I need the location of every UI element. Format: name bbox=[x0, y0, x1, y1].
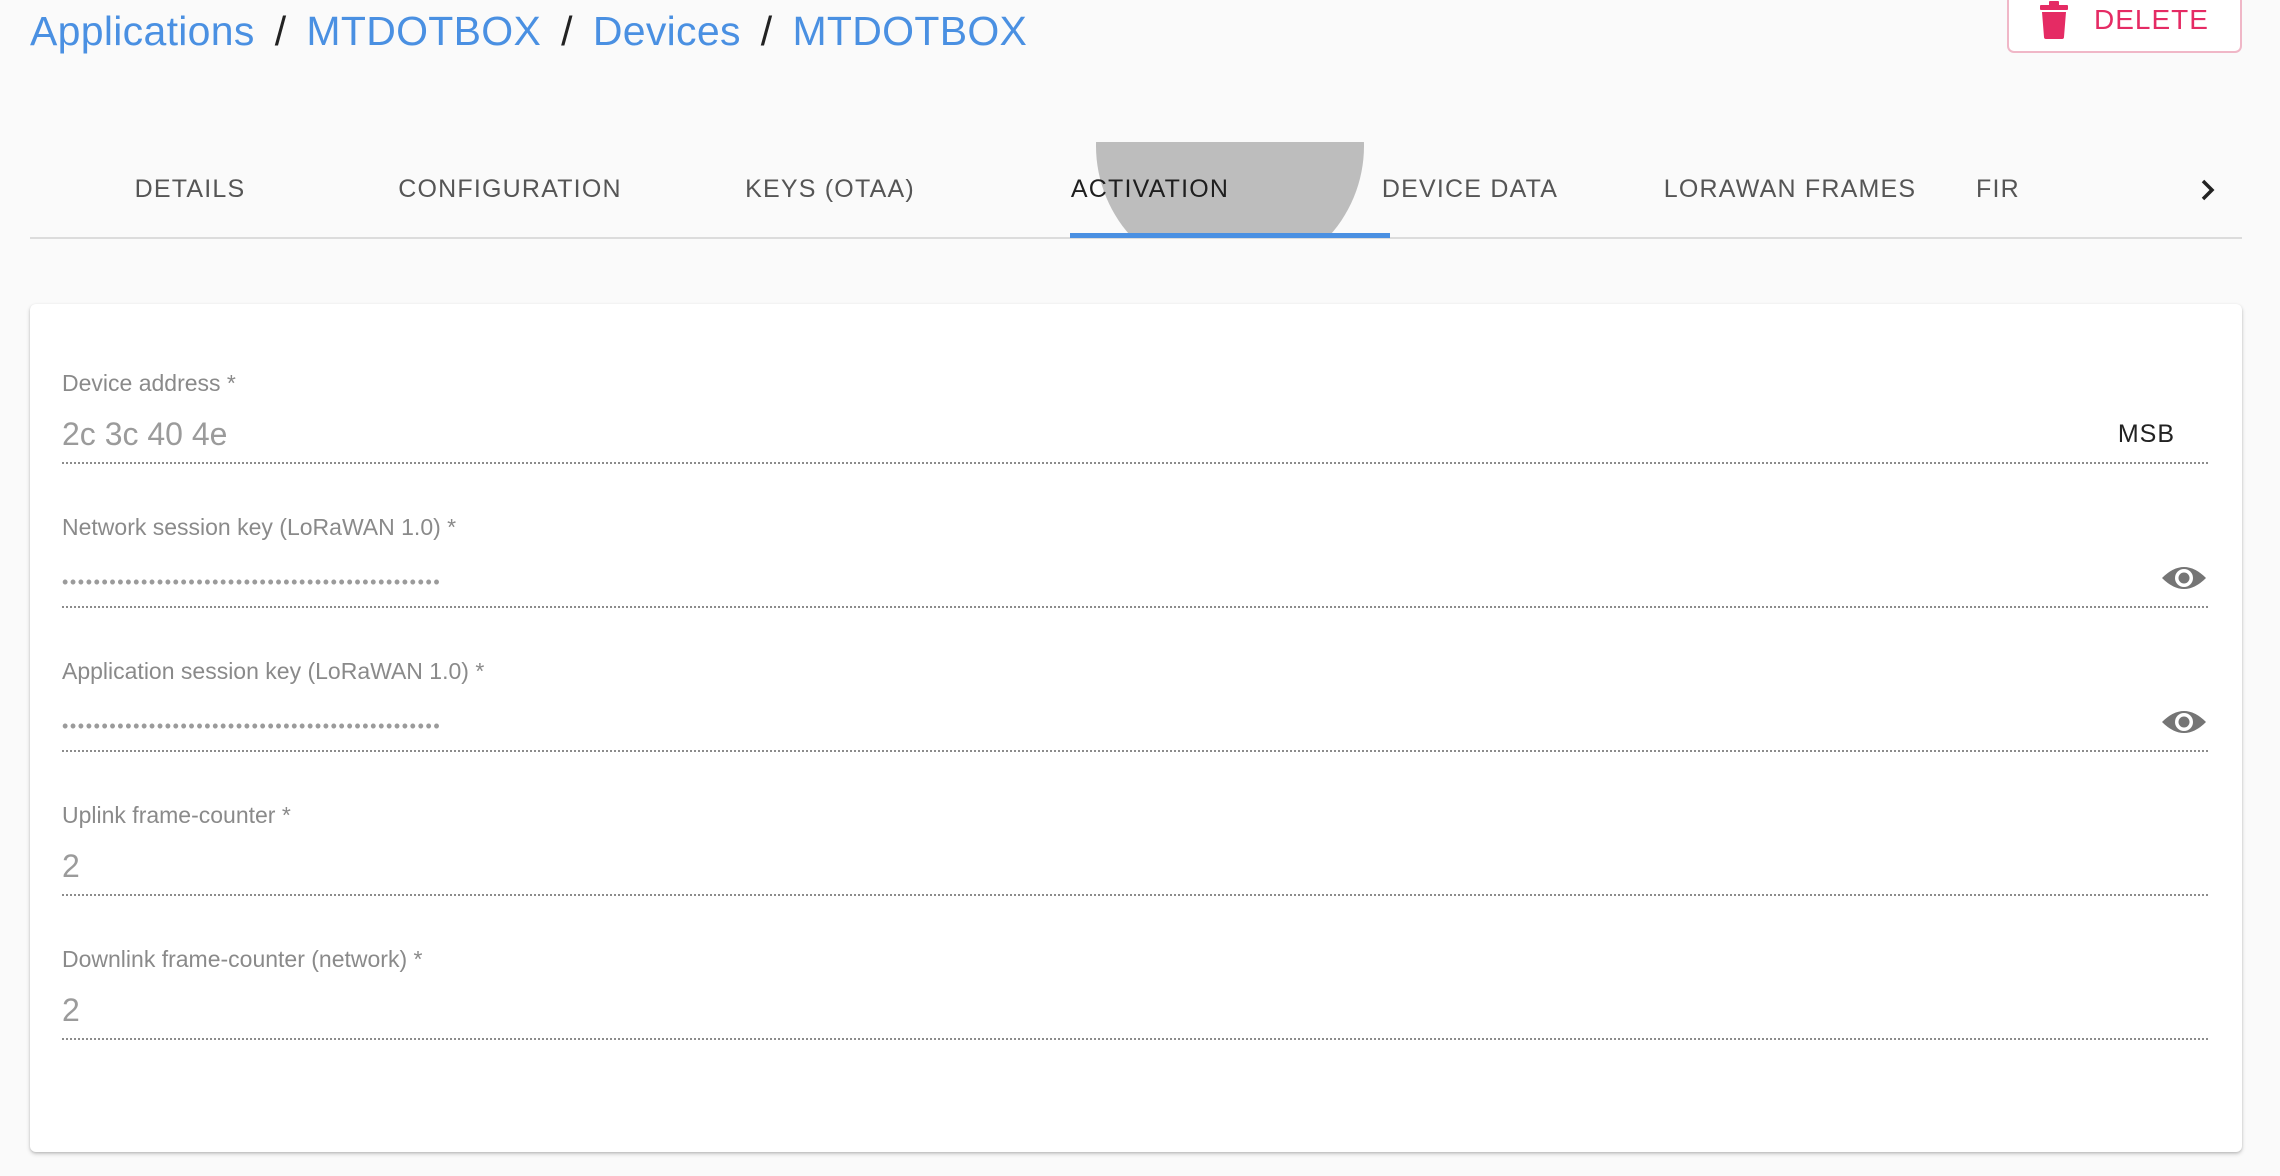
tab-lorawan-frames[interactable]: LORAWAN FRAMES bbox=[1630, 142, 1950, 237]
breadcrumb-separator: / bbox=[274, 7, 287, 54]
tab-strip: DETAILS CONFIGURATION KEYS (OTAA) ACTIVA… bbox=[30, 142, 2242, 237]
breadcrumb-device[interactable]: MTDOTBOX bbox=[792, 8, 1027, 55]
tab-label: FIR bbox=[1976, 175, 2020, 203]
tab-label: DETAILS bbox=[134, 175, 246, 203]
breadcrumb: Applications / MTDOTBOX / Devices / MTDO… bbox=[30, 0, 1027, 62]
tab-scroll-next[interactable] bbox=[2190, 172, 2224, 208]
tab-firmware[interactable]: FIR bbox=[1950, 142, 2190, 237]
eye-icon[interactable] bbox=[2160, 704, 2208, 740]
n-f-cnt-down-input[interactable]: 2 bbox=[62, 992, 80, 1029]
breadcrumb-separator: / bbox=[760, 7, 773, 54]
n-f-cnt-down-field[interactable]: Downlink frame-counter (network) * 2 bbox=[62, 946, 2208, 1040]
tab-configuration[interactable]: CONFIGURATION bbox=[350, 142, 670, 237]
device-activation-page: Applications / MTDOTBOX / Devices / MTDO… bbox=[0, 0, 2280, 1176]
breadcrumb-devices[interactable]: Devices bbox=[593, 8, 741, 55]
trash-icon bbox=[2040, 0, 2069, 39]
app-s-key-input[interactable]: ••••••••••••••••••••••••••••••••••••••••… bbox=[62, 716, 441, 737]
nwk-s-key-label: Network session key (LoRaWAN 1.0) * bbox=[62, 514, 457, 540]
tab-label: KEYS (OTAA) bbox=[745, 175, 915, 203]
tab-label: ACTIVATION bbox=[1070, 175, 1230, 203]
app-s-key-field[interactable]: Application session key (LoRaWAN 1.0) * … bbox=[62, 658, 2208, 752]
f-cnt-up-label: Uplink frame-counter * bbox=[62, 802, 291, 828]
f-cnt-up-field[interactable]: Uplink frame-counter * 2 bbox=[62, 802, 2208, 896]
tab-label: DEVICE DATA bbox=[1381, 175, 1559, 203]
tab-activation[interactable]: ACTIVATION bbox=[990, 142, 1310, 237]
tab-details[interactable]: DETAILS bbox=[30, 142, 350, 237]
nwk-s-key-input[interactable]: ••••••••••••••••••••••••••••••••••••••••… bbox=[62, 572, 441, 593]
breadcrumb-separator: / bbox=[561, 7, 573, 54]
tab-label: LORAWAN FRAMES bbox=[1663, 175, 1917, 203]
tab-device-data[interactable]: DEVICE DATA bbox=[1310, 142, 1630, 237]
f-cnt-up-input[interactable]: 2 bbox=[62, 848, 80, 885]
device-address-label: Device address * bbox=[62, 370, 236, 396]
byte-order-toggle[interactable]: MSB bbox=[2118, 420, 2175, 449]
delete-button-label: DELETE bbox=[2094, 3, 2209, 35]
eye-icon[interactable] bbox=[2160, 560, 2208, 596]
chevron-right-icon bbox=[2201, 179, 2215, 201]
n-f-cnt-down-label: Downlink frame-counter (network) * bbox=[62, 946, 423, 972]
device-address-field[interactable]: Device address * 2c 3c 40 4e MSB bbox=[62, 370, 2208, 464]
delete-button[interactable]: DELETE bbox=[2007, 0, 2242, 53]
active-tab-indicator bbox=[1070, 233, 1390, 238]
breadcrumb-applications[interactable]: Applications bbox=[30, 8, 255, 55]
nwk-s-key-field[interactable]: Network session key (LoRaWAN 1.0) * ••••… bbox=[62, 514, 2208, 608]
app-s-key-label: Application session key (LoRaWAN 1.0) * bbox=[62, 658, 485, 684]
tab-keys-otaa[interactable]: KEYS (OTAA) bbox=[670, 142, 990, 237]
tab-label: CONFIGURATION bbox=[398, 175, 622, 203]
device-tabs: DETAILS CONFIGURATION KEYS (OTAA) ACTIVA… bbox=[30, 142, 2242, 239]
activation-form-card: Device address * 2c 3c 40 4e MSB Network… bbox=[30, 304, 2242, 1152]
device-address-input[interactable]: 2c 3c 40 4e bbox=[62, 416, 227, 453]
breadcrumb-application[interactable]: MTDOTBOX bbox=[306, 8, 541, 55]
